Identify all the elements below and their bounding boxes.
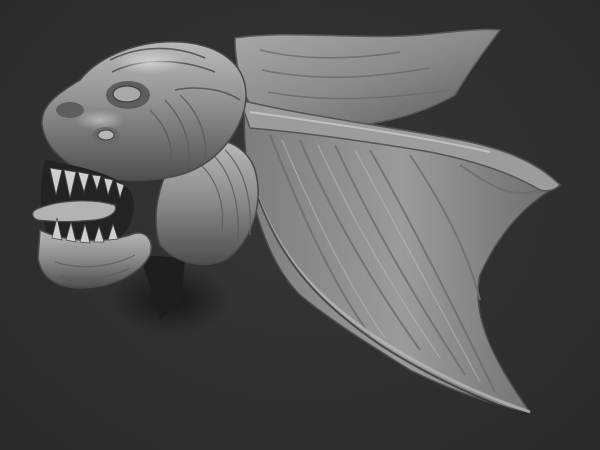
eye (112, 85, 142, 103)
dragon-head-sculpt (32, 28, 562, 417)
nostril (56, 102, 84, 118)
sculpt-viewport (0, 0, 600, 450)
